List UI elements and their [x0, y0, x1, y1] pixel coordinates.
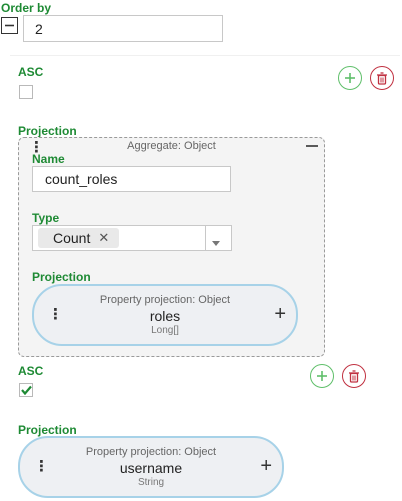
projection-label-1: Projection [18, 124, 77, 138]
order-by-input[interactable]: 2 [23, 15, 223, 42]
property-title: Property projection: Object [99, 294, 231, 306]
projection-label-2: Projection [18, 423, 77, 437]
name-label: Name [32, 152, 65, 166]
delete-button-1[interactable] [370, 66, 394, 90]
asc-label-1: ASC [18, 65, 44, 79]
collapse-aggregate-button[interactable] [305, 139, 319, 157]
name-input[interactable]: count_roles [32, 166, 231, 192]
asc-checkbox-2[interactable] [19, 383, 33, 397]
asc-checkbox-1[interactable] [19, 85, 33, 99]
asc-label-2: ASC [18, 364, 44, 378]
property-name: roles [149, 308, 181, 324]
property-name: username [119, 460, 183, 476]
type-chip: Count ✕ [38, 228, 120, 248]
order-by-label: Order by [1, 1, 52, 15]
aggregate-box: ⋮ Aggregate: Object Name count_roles Typ… [18, 137, 325, 357]
dropdown-arrow-icon[interactable] [209, 234, 223, 250]
type-select[interactable]: Count ✕ [32, 225, 232, 251]
delete-icon [377, 71, 387, 85]
plus-icon[interactable]: + [274, 304, 286, 324]
delete-button-2[interactable] [342, 364, 366, 388]
checkmark-icon [20, 385, 32, 395]
roles-property-pill[interactable]: ⋮ Property projection: Object roles Long… [32, 284, 298, 346]
inner-projection-label: Projection [32, 270, 91, 284]
delete-icon [349, 369, 359, 383]
add-button-2[interactable] [310, 364, 334, 388]
plus-icon[interactable]: + [260, 456, 272, 476]
section-divider [10, 55, 400, 56]
collapse-icon [306, 145, 318, 147]
select-divider [205, 226, 206, 250]
property-type: String [137, 477, 165, 488]
add-icon [345, 73, 355, 83]
property-type: Long[] [151, 325, 179, 336]
property-title: Property projection: Object [85, 446, 217, 458]
add-icon [317, 371, 327, 381]
type-label: Type [32, 211, 60, 225]
type-chip-label: Count [53, 230, 91, 246]
username-property-pill[interactable]: ⋮ Property projection: Object username S… [18, 436, 284, 498]
collapse-icon [5, 24, 14, 27]
collapse-button[interactable] [1, 17, 18, 34]
add-button-1[interactable] [338, 66, 362, 90]
aggregate-title: Aggregate: Object [127, 140, 216, 152]
chip-remove-icon[interactable]: ✕ [98, 230, 109, 246]
